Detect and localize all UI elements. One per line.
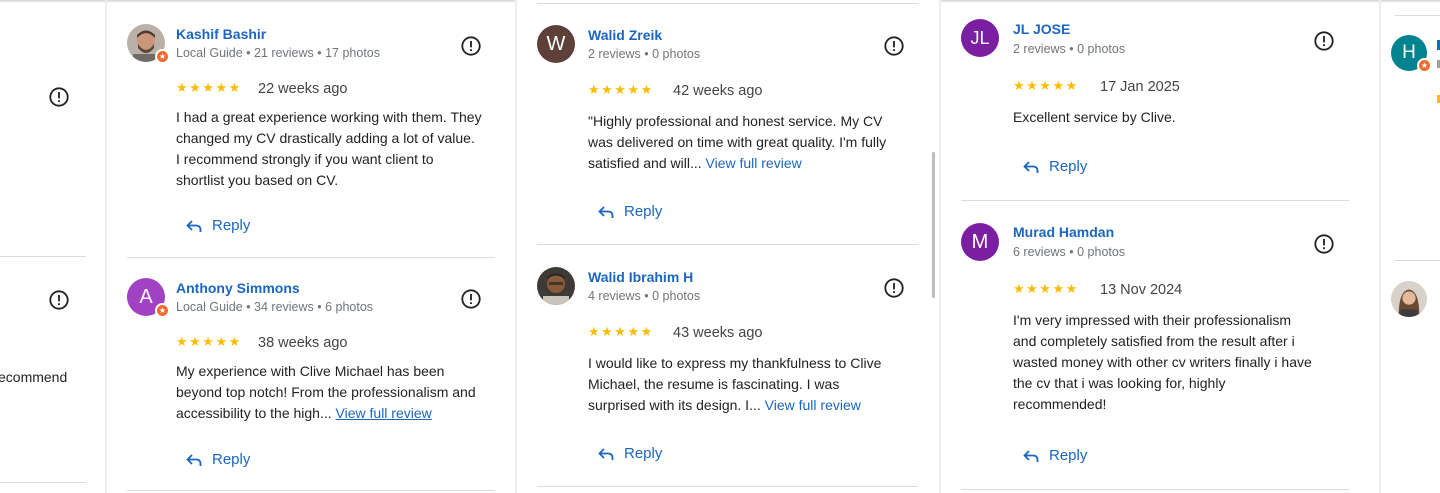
- review-date: 38 weeks ago: [258, 335, 348, 351]
- review-panel-1: ★ Kashif Bashir Local Guide • 21 reviews…: [107, 0, 515, 493]
- star-rating: ★★★★★: [588, 82, 654, 97]
- review-divider: [537, 244, 918, 245]
- reply-arrow-icon: [1023, 160, 1039, 173]
- reply-label: Reply: [624, 203, 663, 220]
- reply-label: Reply: [624, 445, 663, 462]
- reply-arrow-icon: [1023, 449, 1039, 462]
- review-text: I'm very impressed with their profession…: [1013, 312, 1312, 412]
- reply-arrow-icon: [598, 205, 614, 218]
- reply-label: Reply: [212, 451, 251, 468]
- review-divider: [0, 256, 86, 257]
- panel-top-shadow: [107, 0, 515, 3]
- local-guide-badge-icon: ★: [155, 303, 170, 318]
- review-text: I would like to express my thankfulness …: [588, 355, 882, 413]
- reply-button[interactable]: Reply: [1023, 158, 1087, 175]
- review-panel-2: W Walid Zreik 2 reviews • 0 photos ★★★★★…: [517, 0, 939, 493]
- review-divider: [537, 3, 918, 4]
- review-text: "Highly professional and honest service.…: [588, 113, 887, 171]
- reviewer-avatar[interactable]: A ★: [127, 278, 170, 318]
- review-divider: [127, 257, 495, 258]
- reviewer-meta: 2 reviews • 0 photos: [1013, 42, 1126, 56]
- review-divider: [0, 482, 86, 483]
- report-flag-icon[interactable]: [1313, 233, 1335, 255]
- reviewer-name[interactable]: Walid Ibrahim H: [588, 269, 693, 285]
- report-flag-icon[interactable]: [883, 277, 905, 299]
- reviewer-avatar[interactable]: ★: [127, 24, 170, 64]
- star-rating: ★★★★★: [176, 80, 242, 95]
- review-divider: [961, 200, 1349, 201]
- reply-arrow-icon: [598, 447, 614, 460]
- report-flag-icon[interactable]: [48, 86, 70, 108]
- view-full-review-link[interactable]: View full review: [706, 155, 802, 171]
- reviewer-photo: [537, 267, 575, 305]
- view-full-review-link[interactable]: View full review: [765, 397, 861, 413]
- reviewer-meta: Local Guide • 34 reviews • 6 photos: [176, 300, 374, 314]
- reviewer-avatar[interactable]: [537, 267, 575, 305]
- reply-arrow-icon: [186, 219, 202, 232]
- star-rating: ★★★★★: [1013, 78, 1079, 93]
- review-text: I had a great experience working with th…: [176, 109, 482, 188]
- reviewer-photo: [1391, 281, 1427, 317]
- reviewer-name[interactable]: Walid Zreik: [588, 27, 662, 43]
- review-date: 22 weeks ago: [258, 81, 348, 97]
- reply-label: Reply: [212, 217, 251, 234]
- view-full-review-link[interactable]: View full review: [336, 405, 432, 421]
- review-date: 13 Nov 2024: [1100, 282, 1183, 298]
- star-rating: ★★★★★: [1013, 281, 1079, 296]
- star-rating: ★★★★★: [176, 334, 242, 349]
- avatar-letter: A: [139, 285, 153, 308]
- reviewer-avatar[interactable]: M: [961, 223, 999, 261]
- review-divider: [1395, 15, 1440, 16]
- review-divider: [961, 489, 1349, 490]
- report-flag-icon[interactable]: [460, 35, 482, 57]
- review-date: 42 weeks ago: [673, 83, 763, 99]
- reply-button[interactable]: Reply: [598, 203, 662, 220]
- scrollbar-thumb[interactable]: [932, 152, 935, 298]
- panel-top-shadow: [1381, 0, 1440, 3]
- reviewer-meta: 4 reviews • 0 photos: [588, 289, 701, 303]
- panel-top-shadow: [941, 0, 1379, 3]
- review-divider: [127, 490, 495, 491]
- reviewer-name[interactable]: JL JOSE: [1013, 21, 1070, 37]
- reply-button[interactable]: Reply: [186, 217, 250, 234]
- report-flag-icon[interactable]: [460, 288, 482, 310]
- reviewer-name[interactable]: Murad Hamdan: [1013, 224, 1114, 240]
- report-flag-icon[interactable]: [48, 289, 70, 311]
- reviewer-meta: 2 reviews • 0 photos: [588, 47, 701, 61]
- reviewer-avatar[interactable]: W: [537, 25, 575, 63]
- review-text: Excellent service by Clive.: [1013, 109, 1176, 125]
- avatar-letter: W: [546, 32, 566, 55]
- reviewer-avatar[interactable]: JL: [961, 19, 999, 57]
- avatar-letter: JL: [970, 27, 990, 48]
- reply-button[interactable]: Reply: [598, 445, 662, 462]
- avatar-letter: M: [971, 230, 989, 253]
- reply-button[interactable]: Reply: [1023, 447, 1087, 464]
- reply-label: Reply: [1049, 447, 1088, 464]
- reviewer-name[interactable]: Anthony Simmons: [176, 280, 300, 296]
- review-text: My experience with Clive Michael has bee…: [176, 363, 476, 421]
- review-divider: [537, 486, 918, 487]
- report-flag-icon[interactable]: [1313, 30, 1335, 52]
- reviewer-meta: Local Guide • 21 reviews • 17 photos: [176, 46, 381, 60]
- reviewer-avatar[interactable]: H ★: [1391, 35, 1432, 73]
- panel-top-shadow: [0, 0, 105, 3]
- report-flag-icon[interactable]: [883, 35, 905, 57]
- review-date: 43 weeks ago: [673, 325, 763, 341]
- review-divider: [1395, 260, 1440, 261]
- local-guide-badge-icon: ★: [1417, 58, 1432, 73]
- review-text-partial: ecommend: [0, 369, 68, 385]
- review-panel-partial-left: ecommend: [0, 0, 105, 493]
- star-rating: ★★★★★: [588, 324, 654, 339]
- review-panel-partial-right: H ★: [1381, 0, 1440, 493]
- review-date: 17 Jan 2025: [1100, 79, 1180, 95]
- reply-label: Reply: [1049, 158, 1088, 175]
- reviewer-avatar[interactable]: [1391, 281, 1427, 317]
- review-panel-3: JL JL JOSE 2 reviews • 0 photos ★★★★★ 17…: [941, 0, 1379, 493]
- reply-arrow-icon: [186, 453, 202, 466]
- avatar-letter: H: [1402, 42, 1416, 63]
- local-guide-badge-icon: ★: [155, 49, 170, 64]
- reviewer-meta: 6 reviews • 0 photos: [1013, 245, 1126, 259]
- reply-button[interactable]: Reply: [186, 451, 250, 468]
- reviewer-name[interactable]: Kashif Bashir: [176, 26, 266, 42]
